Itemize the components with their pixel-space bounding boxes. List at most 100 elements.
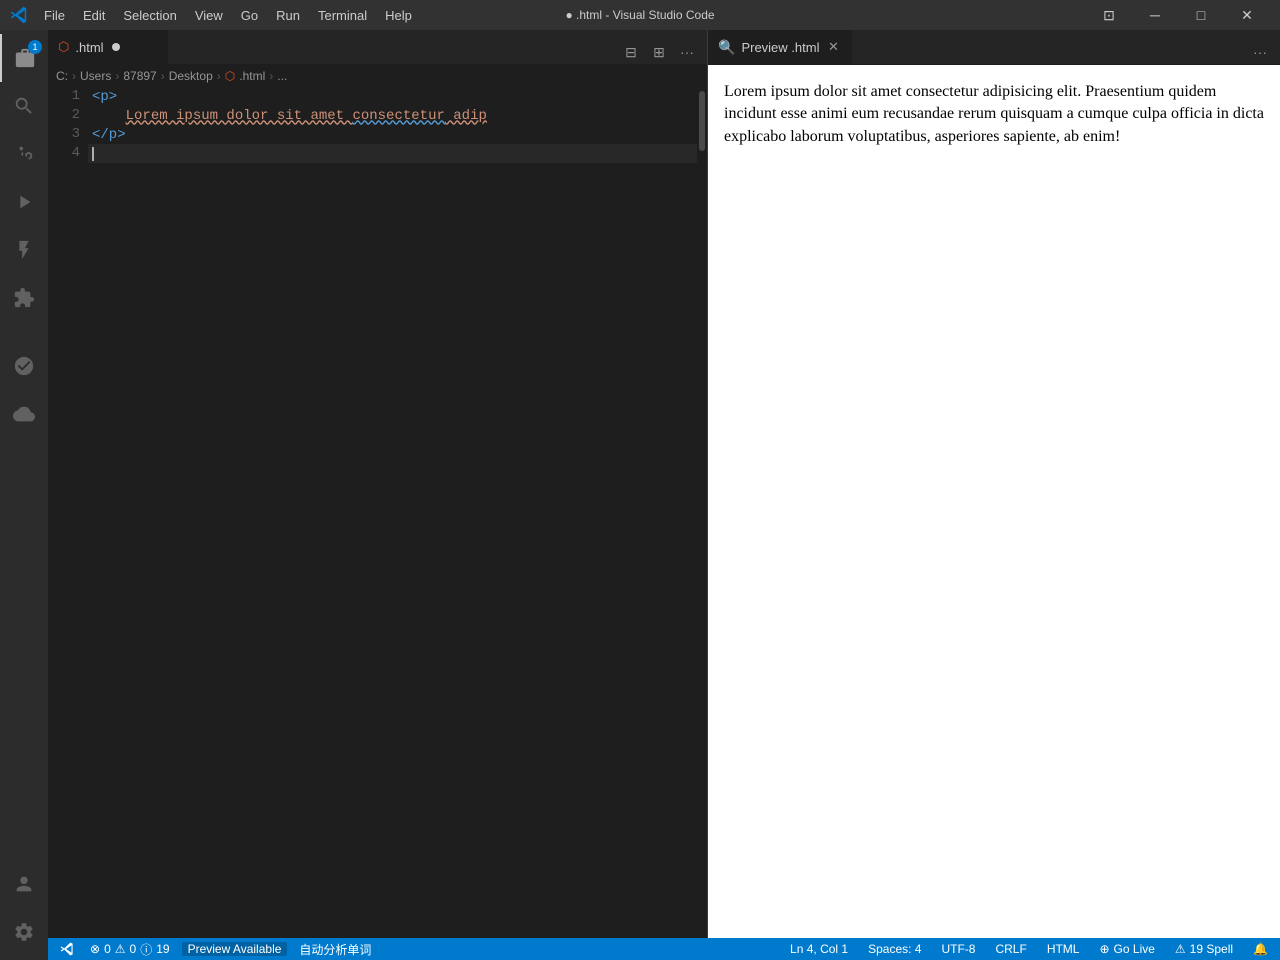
split-editor-btn[interactable]: ⊟ <box>619 40 643 64</box>
status-line-ending[interactable]: CRLF <box>991 942 1030 956</box>
split-right-btn[interactable]: ⊞ <box>647 40 671 64</box>
code-content[interactable]: <p> Lorem ipsum dolor sit amet consectet… <box>88 87 697 938</box>
spaces-text: Spaces: 4 <box>868 942 921 956</box>
encoding-text: UTF-8 <box>941 942 975 956</box>
menu-view[interactable]: View <box>187 6 231 25</box>
go-live-icon: ⊕ <box>1099 942 1109 956</box>
status-position[interactable]: Ln 4, Col 1 <box>786 942 852 956</box>
line-numbers: 1 2 3 4 <box>48 87 88 938</box>
spell-text: 19 Spell <box>1190 942 1233 956</box>
activity-run-debug[interactable] <box>0 178 48 226</box>
menu-run[interactable]: Run <box>268 6 308 25</box>
code-line-4 <box>88 144 697 163</box>
breadcrumb-c[interactable]: C: <box>56 69 68 83</box>
close-button[interactable]: ✕ <box>1224 0 1270 30</box>
breadcrumb-dots[interactable]: ... <box>277 69 287 83</box>
menu-help[interactable]: Help <box>377 6 420 25</box>
titlebar-left: File Edit Selection View Go Run Terminal… <box>10 6 420 25</box>
editor-area: ⬡ .html ⊟ ⊞ ··· C: › Users › <box>48 30 1280 960</box>
status-left: ⊗ 0 ⚠ 0 ⓘ 19 Preview Available 自动分析单词 <box>56 941 375 958</box>
code-line-1: <p> <box>88 87 697 106</box>
activity-search[interactable] <box>0 82 48 130</box>
activity-settings[interactable] <box>0 908 48 956</box>
more-actions-btn[interactable]: ··· <box>675 40 699 64</box>
code-line-3: </p> <box>88 125 697 144</box>
preview-tab-bar: 🔍 Preview .html ✕ ··· <box>708 30 1280 65</box>
maximize-button[interactable]: □ <box>1178 0 1224 30</box>
titlebar-controls: ⊡ ─ □ ✕ <box>1086 0 1270 30</box>
status-preview-available[interactable]: Preview Available <box>182 942 288 956</box>
preview-more-btn[interactable]: ··· <box>1248 40 1272 64</box>
tab-bar-left: ⬡ .html ⊟ ⊞ ··· <box>48 30 707 65</box>
status-chinese[interactable]: 自动分析单词 <box>295 941 375 958</box>
tab-actions-left: ⊟ ⊞ ··· <box>611 40 707 64</box>
html-icon: ⬡ <box>58 39 69 55</box>
menu-terminal[interactable]: Terminal <box>310 6 375 25</box>
files-badge: 1 <box>28 40 42 54</box>
breadcrumb: C: › Users › 87897 › Desktop › ⬡ .html ›… <box>48 65 707 87</box>
breadcrumb-file[interactable]: .html <box>239 69 265 83</box>
info-count: 19 <box>156 942 169 956</box>
warning-count: 0 <box>130 942 137 956</box>
status-encoding[interactable]: UTF-8 <box>937 942 979 956</box>
text-cursor <box>92 147 94 161</box>
status-go-live[interactable]: ⊕ Go Live <box>1095 942 1158 956</box>
activity-source-control[interactable] <box>0 130 48 178</box>
line-num-1: 1 <box>56 87 80 106</box>
vscode-logo <box>10 6 28 24</box>
editor-pane-left: ⬡ .html ⊟ ⊞ ··· C: › Users › <box>48 30 708 938</box>
status-language[interactable]: HTML <box>1043 942 1084 956</box>
status-spell[interactable]: ⚠ 19 Spell <box>1171 942 1237 956</box>
preview-available-text: Preview Available <box>188 942 282 956</box>
line-num-2: 2 <box>56 106 80 125</box>
chinese-text: 自动分析单词 <box>299 941 371 958</box>
minimize-button[interactable]: ─ <box>1132 0 1178 30</box>
status-bar: ⊗ 0 ⚠ 0 ⓘ 19 Preview Available 自动分析单词 Ln… <box>48 938 1280 960</box>
code-indent <box>92 108 126 124</box>
error-icon: ⊗ <box>90 942 100 956</box>
token-lorem: Lorem ipsum dolor sit amet <box>126 108 353 124</box>
menu-selection[interactable]: Selection <box>115 6 184 25</box>
spell-warning-icon: ⚠ <box>1175 942 1186 956</box>
warning-icon: ⚠ <box>115 942 126 956</box>
error-count: 0 <box>104 942 111 956</box>
preview-tab[interactable]: 🔍 Preview .html ✕ <box>708 30 852 64</box>
preview-text: Lorem ipsum dolor sit amet consectetur a… <box>724 81 1264 148</box>
breadcrumb-users[interactable]: Users <box>80 69 111 83</box>
dirty-indicator <box>112 43 120 51</box>
vscode-status[interactable] <box>56 942 78 956</box>
language-text: HTML <box>1047 942 1080 956</box>
go-live-text: Go Live <box>1114 942 1155 956</box>
status-errors[interactable]: ⊗ 0 ⚠ 0 ⓘ 19 <box>86 941 174 958</box>
menu-edit[interactable]: Edit <box>75 6 113 25</box>
breadcrumb-html-icon: ⬡ <box>225 69 235 83</box>
code-line-2: Lorem ipsum dolor sit amet consectetur a… <box>88 106 697 125</box>
preview-tab-title: Preview .html <box>741 40 819 55</box>
tab-html[interactable]: ⬡ .html <box>48 30 168 64</box>
code-editor[interactable]: 1 2 3 4 <p> Lorem ipsum dolor sit amet c… <box>48 87 707 938</box>
menu-go[interactable]: Go <box>233 6 266 25</box>
token-consectetur: consectetur <box>352 108 444 124</box>
menu-file[interactable]: File <box>36 6 73 25</box>
token-close-p: </p> <box>92 127 126 143</box>
titlebar-title: ● .html - Visual Studio Code <box>565 8 714 22</box>
preview-tab-close[interactable]: ✕ <box>825 39 841 55</box>
activity-source-control-2[interactable] <box>0 342 48 390</box>
activity-bar: 1 <box>0 30 48 960</box>
preview-actions: ··· <box>1240 40 1280 64</box>
layout-icon[interactable]: ⊡ <box>1086 0 1132 30</box>
tab-filename: .html <box>75 40 103 55</box>
activity-account[interactable] <box>0 860 48 908</box>
activity-extensions[interactable] <box>0 274 48 322</box>
activity-testing[interactable] <box>0 226 48 274</box>
editor-scrollbar[interactable] <box>697 87 707 938</box>
editor-pane-right: 🔍 Preview .html ✕ ··· Lorem ipsum dolor … <box>708 30 1280 938</box>
activity-files[interactable]: 1 <box>0 34 48 82</box>
breadcrumb-desktop[interactable]: Desktop <box>169 69 213 83</box>
breadcrumb-user[interactable]: 87897 <box>123 69 156 83</box>
titlebar: File Edit Selection View Go Run Terminal… <box>0 0 1280 30</box>
status-spaces[interactable]: Spaces: 4 <box>864 942 925 956</box>
activity-cloud[interactable] <box>0 390 48 438</box>
line-num-4: 4 <box>56 144 80 163</box>
status-notifications[interactable]: 🔔 <box>1249 942 1272 956</box>
